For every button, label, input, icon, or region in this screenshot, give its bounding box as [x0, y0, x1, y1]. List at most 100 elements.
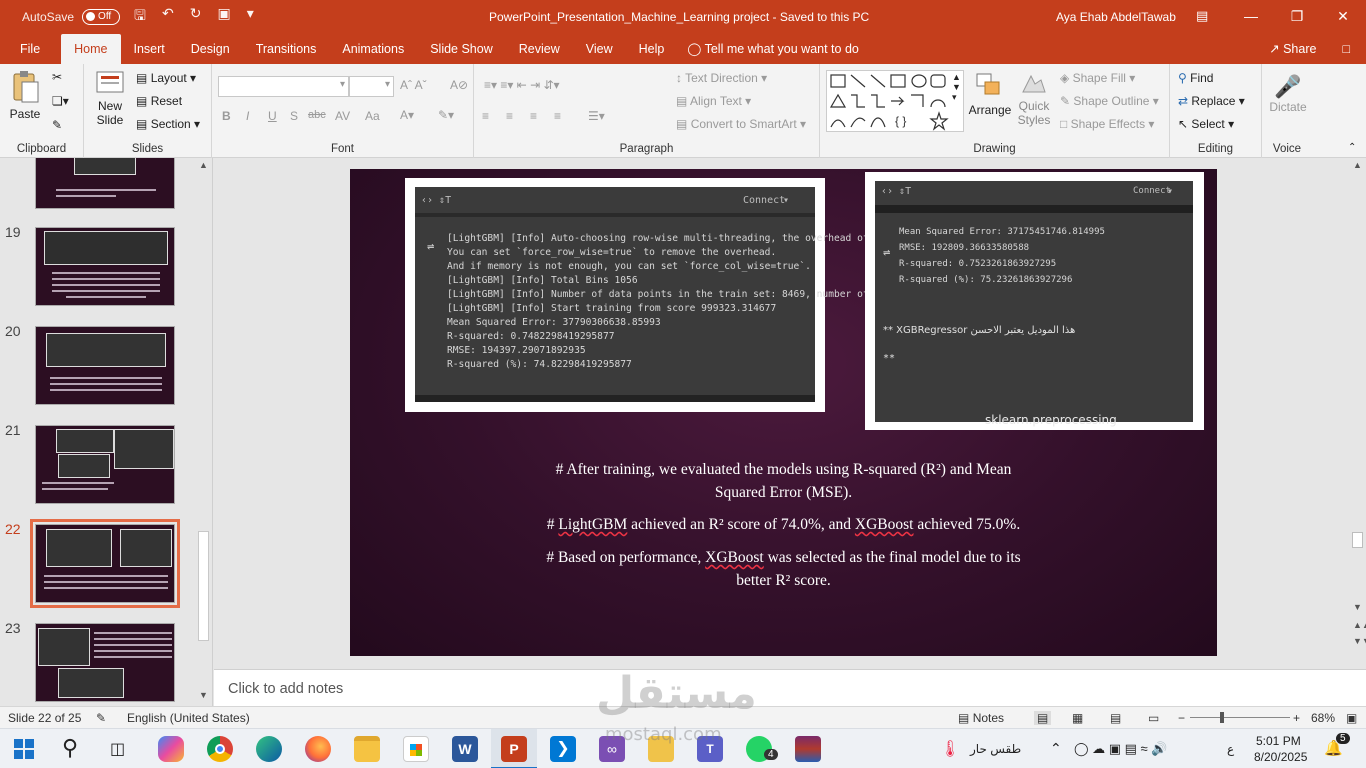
language-indicator[interactable]: English (United States): [127, 711, 250, 725]
task-view-icon[interactable]: ◫: [110, 739, 125, 759]
customize-qat-icon[interactable]: ▾: [247, 5, 254, 29]
change-case-button[interactable]: Aa: [365, 109, 380, 123]
connect-label[interactable]: Connect: [743, 195, 785, 206]
convert-smartart-button[interactable]: ▤ Convert to SmartArt ▾: [676, 117, 806, 131]
tab-file[interactable]: File: [0, 34, 53, 64]
bold-button[interactable]: B: [222, 109, 231, 123]
section-button[interactable]: ▤ Section ▾: [136, 117, 200, 131]
columns-icon[interactable]: ☰▾: [588, 109, 605, 123]
comments-icon[interactable]: □: [1342, 42, 1350, 56]
powerpoint-taskbar-active[interactable]: P: [491, 729, 537, 768]
show-hidden-icons[interactable]: ⌃: [1050, 740, 1062, 757]
tab-insert[interactable]: Insert: [121, 34, 178, 64]
connect-label[interactable]: Connect: [1133, 186, 1171, 196]
shapes-gallery[interactable]: { }: [826, 70, 964, 132]
new-slide-button[interactable]: New Slide: [92, 70, 128, 127]
undo-icon[interactable]: ↶: [162, 5, 174, 29]
next-slide-icon[interactable]: ▼▼: [1353, 636, 1366, 646]
tab-animations[interactable]: Animations: [329, 34, 417, 64]
align-center-icon[interactable]: ≡: [506, 109, 513, 123]
restore-icon[interactable]: ❐: [1274, 0, 1320, 33]
scroll-down-icon[interactable]: ▼: [1353, 602, 1362, 612]
dictate-button[interactable]: 🎤 Dictate: [1264, 74, 1312, 114]
close-icon[interactable]: ✕: [1320, 0, 1366, 33]
font-size-input[interactable]: ▾: [349, 76, 394, 97]
slide-thumbnail[interactable]: [35, 326, 175, 405]
zoom-slider[interactable]: [1190, 712, 1290, 723]
normal-view-icon[interactable]: ▤: [1034, 711, 1052, 725]
find-button[interactable]: ⚲ Find: [1178, 71, 1213, 85]
shapes-scroll-icon[interactable]: ▲ ▼ ▾: [952, 72, 961, 103]
shape-fill-button[interactable]: ◈ Shape Fill ▾: [1060, 71, 1135, 85]
slide-text-box[interactable]: # After training, we evaluated the model…: [390, 458, 1177, 592]
user-name[interactable]: Aya Ehab AbdelTawab: [1056, 10, 1176, 24]
format-painter-icon[interactable]: ✎: [52, 118, 62, 132]
tab-design[interactable]: Design: [178, 34, 243, 64]
font-name-input[interactable]: ▾: [218, 76, 349, 97]
font-color-icon[interactable]: A▾: [400, 108, 414, 122]
thumbnail-scroll-thumb[interactable]: [198, 531, 209, 641]
slide-sorter-icon[interactable]: ▦: [1072, 711, 1083, 725]
slide-vertical-scrollbar[interactable]: ▲ ▼ ▲▲ ▼▼: [1350, 158, 1366, 668]
grow-font-icon[interactable]: Aˆ Aˇ: [400, 78, 427, 92]
shape-outline-button[interactable]: ✎ Shape Outline ▾: [1060, 94, 1159, 108]
slide-thumbnail-active[interactable]: [30, 519, 180, 608]
italic-button[interactable]: I: [246, 109, 249, 123]
scroll-down-icon[interactable]: ▼: [199, 690, 208, 700]
tell-me-search[interactable]: ◯ Tell me what you want to do: [687, 34, 859, 64]
slideshow-view-icon[interactable]: ▭: [1148, 711, 1159, 725]
align-text-button[interactable]: ▤ Align Text ▾: [676, 94, 751, 108]
clock-time[interactable]: 5:01 PM: [1256, 734, 1301, 748]
underline-button[interactable]: U: [268, 109, 277, 123]
tray-icons[interactable]: ◯ ☁ ▣ ▤ ≈ 🔊: [1074, 741, 1168, 757]
tab-help[interactable]: Help: [626, 34, 678, 64]
zoom-level[interactable]: 68%: [1311, 711, 1335, 725]
tab-transitions[interactable]: Transitions: [243, 34, 330, 64]
slide-canvas[interactable]: ‹› ⇕T Connect ▾ ⇌ [LightGBM] [Info] Auto…: [350, 169, 1217, 656]
file-explorer-icon[interactable]: [354, 736, 380, 762]
shadow-button[interactable]: S: [290, 109, 298, 123]
clock-date[interactable]: 8/20/2025: [1254, 750, 1307, 764]
notes-pane[interactable]: Click to add notes: [214, 669, 1366, 706]
thumbnail-scrollbar[interactable]: ▲ ▼: [196, 158, 212, 706]
paste-button[interactable]: Paste: [6, 70, 44, 121]
align-right-icon[interactable]: ≡: [530, 109, 537, 123]
redo-icon[interactable]: ↻: [190, 5, 202, 29]
layout-button[interactable]: ▤ Layout ▾: [136, 71, 196, 85]
select-button[interactable]: ↖ Select ▾: [1178, 117, 1234, 131]
word-icon[interactable]: W: [452, 736, 478, 762]
share-button[interactable]: ↗ Share: [1269, 41, 1316, 56]
winrar-icon[interactable]: [795, 736, 821, 762]
highlight-icon[interactable]: ✎▾: [438, 108, 454, 122]
notes-button[interactable]: ▤ Notes: [958, 711, 1004, 725]
chrome-icon[interactable]: [207, 736, 233, 762]
slide-thumbnail[interactable]: [35, 158, 175, 209]
copy-icon[interactable]: ❏▾: [52, 94, 69, 108]
quick-styles-button[interactable]: Quick Styles: [1014, 72, 1054, 127]
reading-view-icon[interactable]: ▤: [1110, 711, 1121, 725]
slide-thumbnail[interactable]: [35, 425, 175, 504]
vscode-icon[interactable]: ❯: [550, 736, 576, 762]
scroll-up-icon[interactable]: ▲: [199, 160, 208, 170]
present-icon[interactable]: ▣: [217, 5, 230, 29]
notes-placeholder[interactable]: Click to add notes: [228, 681, 343, 697]
copilot-icon[interactable]: [158, 736, 184, 762]
text-direction-button[interactable]: ↕ Text Direction ▾: [676, 71, 767, 85]
strikethrough-button[interactable]: abc: [308, 109, 326, 121]
edge-icon[interactable]: [256, 736, 282, 762]
input-language[interactable]: ع: [1227, 742, 1234, 756]
slide-thumbnail[interactable]: [35, 227, 175, 306]
slide-thumbnail[interactable]: [35, 623, 175, 702]
align-left-icon[interactable]: ≡: [482, 109, 489, 123]
fit-to-window-icon[interactable]: ▣: [1346, 711, 1357, 725]
char-spacing-button[interactable]: AV: [335, 109, 350, 123]
weather-icon[interactable]: 🌡: [940, 739, 960, 759]
justify-icon[interactable]: ≡: [554, 109, 561, 123]
bullets-icon[interactable]: ≡▾ ≡▾ ⇤ ⇥ ⇵▾: [484, 78, 560, 92]
scroll-up-icon[interactable]: ▲: [1353, 160, 1362, 170]
zoom-slider-thumb[interactable]: [1220, 712, 1224, 723]
clear-formatting-icon[interactable]: A⊘: [450, 78, 468, 92]
cut-icon[interactable]: ✂: [52, 70, 62, 84]
tab-slide-show[interactable]: Slide Show: [417, 34, 506, 64]
zoom-out-icon[interactable]: −: [1178, 711, 1185, 725]
